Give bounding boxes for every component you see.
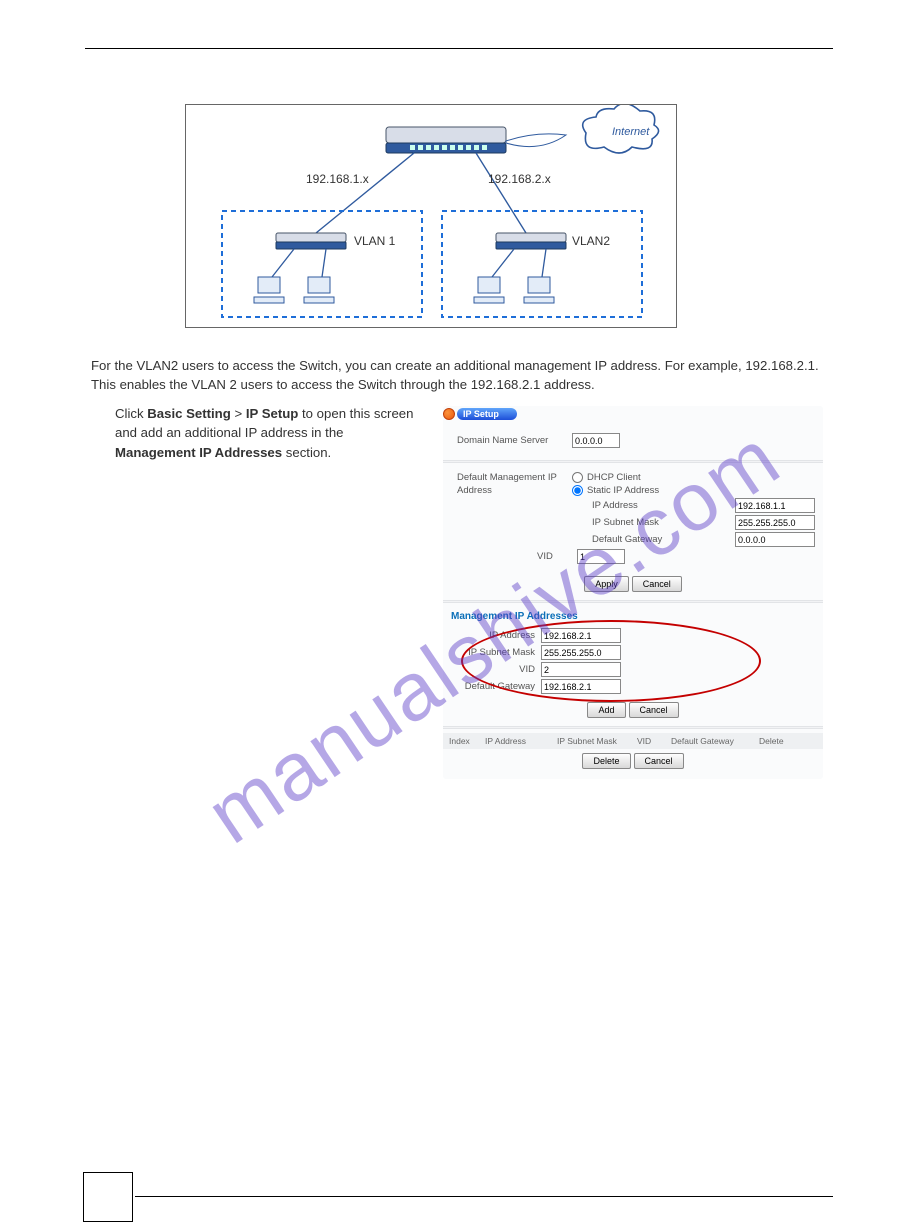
section-ref: Management IP Addresses	[115, 445, 282, 460]
delete-button[interactable]: Delete	[582, 753, 630, 769]
default-mask-input[interactable]	[735, 515, 815, 530]
header-bullet-icon	[443, 408, 455, 420]
svg-text:192.168.1.x: 192.168.1.x	[306, 172, 369, 186]
mgmt-ip-input[interactable]	[541, 628, 621, 643]
default-mgmt-label-1: Default Management IP	[457, 472, 572, 483]
cancel-button-3[interactable]: Cancel	[634, 753, 684, 769]
divider	[443, 726, 823, 729]
mgmt-vid-input[interactable]	[541, 662, 621, 677]
mgmt-mask-input[interactable]	[541, 645, 621, 660]
svg-text:192.168.2.x: 192.168.2.x	[488, 172, 551, 186]
divider	[443, 460, 823, 463]
footer-page-box	[83, 1172, 133, 1222]
footer-rule	[135, 1196, 833, 1197]
th-delete: Delete	[759, 736, 799, 746]
network-diagram: Internet 192.168.1.x 192.168.2.x VLAN 1	[185, 104, 677, 328]
m-ip-label: IP Address	[463, 630, 541, 641]
th-gw: Default Gateway	[671, 736, 757, 746]
mgmt-table-header: Index IP Address IP Subnet Mask VID Defa…	[443, 733, 823, 749]
gateway-label: Default Gateway	[592, 534, 670, 545]
ip-address-label: IP Address	[592, 500, 670, 511]
dns-input[interactable]	[572, 433, 620, 448]
intro-paragraph: For the VLAN2 users to access the Switch…	[91, 356, 833, 394]
nav-link-ip-setup: IP Setup	[246, 406, 299, 421]
default-ip-input[interactable]	[735, 498, 815, 513]
th-mask: IP Subnet Mask	[557, 736, 635, 746]
cancel-button-2[interactable]: Cancel	[629, 702, 679, 718]
m-gw-label: Default Gateway	[463, 681, 541, 692]
th-index: Index	[449, 736, 483, 746]
mgmt-gw-input[interactable]	[541, 679, 621, 694]
default-gw-input[interactable]	[735, 532, 815, 547]
panel-header: IP Setup	[443, 406, 823, 422]
th-vid: VID	[637, 736, 669, 746]
ip-setup-panel: IP Setup Domain Name Server Default Mana…	[443, 406, 823, 779]
dns-label: Domain Name Server	[457, 435, 572, 446]
add-button[interactable]: Add	[587, 702, 625, 718]
vid-label: VID	[537, 551, 577, 562]
subnet-label: IP Subnet Mask	[592, 517, 670, 528]
static-radio[interactable]: Static IP Address	[572, 485, 659, 496]
svg-text:VLAN2: VLAN2	[572, 234, 610, 248]
panel-title: IP Setup	[457, 408, 517, 420]
apply-button[interactable]: Apply	[584, 576, 629, 592]
svg-text:VLAN 1: VLAN 1	[354, 234, 396, 248]
m-mask-label: IP Subnet Mask	[463, 647, 541, 658]
nav-instruction: Click Basic Setting > IP Setup to open t…	[115, 404, 427, 461]
nav-link-basic-setting: Basic Setting	[147, 406, 231, 421]
m-vid-label: VID	[463, 664, 541, 675]
dhcp-radio[interactable]: DHCP Client	[572, 472, 641, 483]
cancel-button-1[interactable]: Cancel	[632, 576, 682, 592]
divider	[443, 600, 823, 603]
internet-label: Internet	[612, 126, 650, 138]
mgmt-ip-heading: Management IP Addresses	[443, 607, 823, 624]
default-vid-input[interactable]	[577, 549, 625, 564]
th-ip: IP Address	[485, 736, 555, 746]
default-mgmt-label-2: Address	[457, 485, 572, 496]
top-rule	[85, 48, 833, 49]
